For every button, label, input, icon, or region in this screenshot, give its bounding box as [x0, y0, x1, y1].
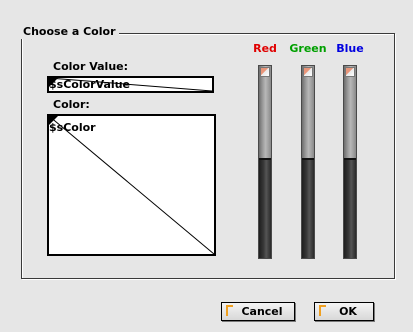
color-field-text: $sColor: [49, 121, 96, 134]
color-value-field[interactable]: $sColorValue: [47, 76, 214, 93]
red-slider-fill: [259, 158, 271, 258]
group-title: Choose a Color: [21, 25, 119, 39]
ok-button-label: OK: [339, 305, 357, 318]
color-field[interactable]: $sColor: [47, 114, 216, 256]
color-value-field-text: $sColorValue: [49, 78, 130, 91]
green-slider-label: Green: [289, 42, 327, 55]
blue-slider-label: Blue: [336, 42, 364, 55]
green-slider[interactable]: [301, 65, 315, 259]
cancel-button[interactable]: Cancel: [221, 302, 295, 321]
button-corner-icon: [226, 305, 233, 316]
red-slider[interactable]: [258, 65, 272, 259]
color-value-label: Color Value:: [53, 60, 129, 73]
blue-slider-fill: [344, 158, 356, 258]
button-corner-icon: [319, 305, 326, 316]
blue-slider[interactable]: [343, 65, 357, 259]
blue-slider-thumb[interactable]: [345, 67, 355, 77]
ok-button[interactable]: OK: [314, 302, 374, 321]
color-label: Color:: [53, 98, 90, 111]
red-slider-label: Red: [253, 42, 277, 55]
red-slider-thumb[interactable]: [260, 67, 270, 77]
cancel-button-label: Cancel: [241, 305, 283, 318]
green-slider-fill: [302, 158, 314, 258]
green-slider-thumb[interactable]: [303, 67, 313, 77]
field-placeholder-diagonal: [49, 116, 214, 254]
